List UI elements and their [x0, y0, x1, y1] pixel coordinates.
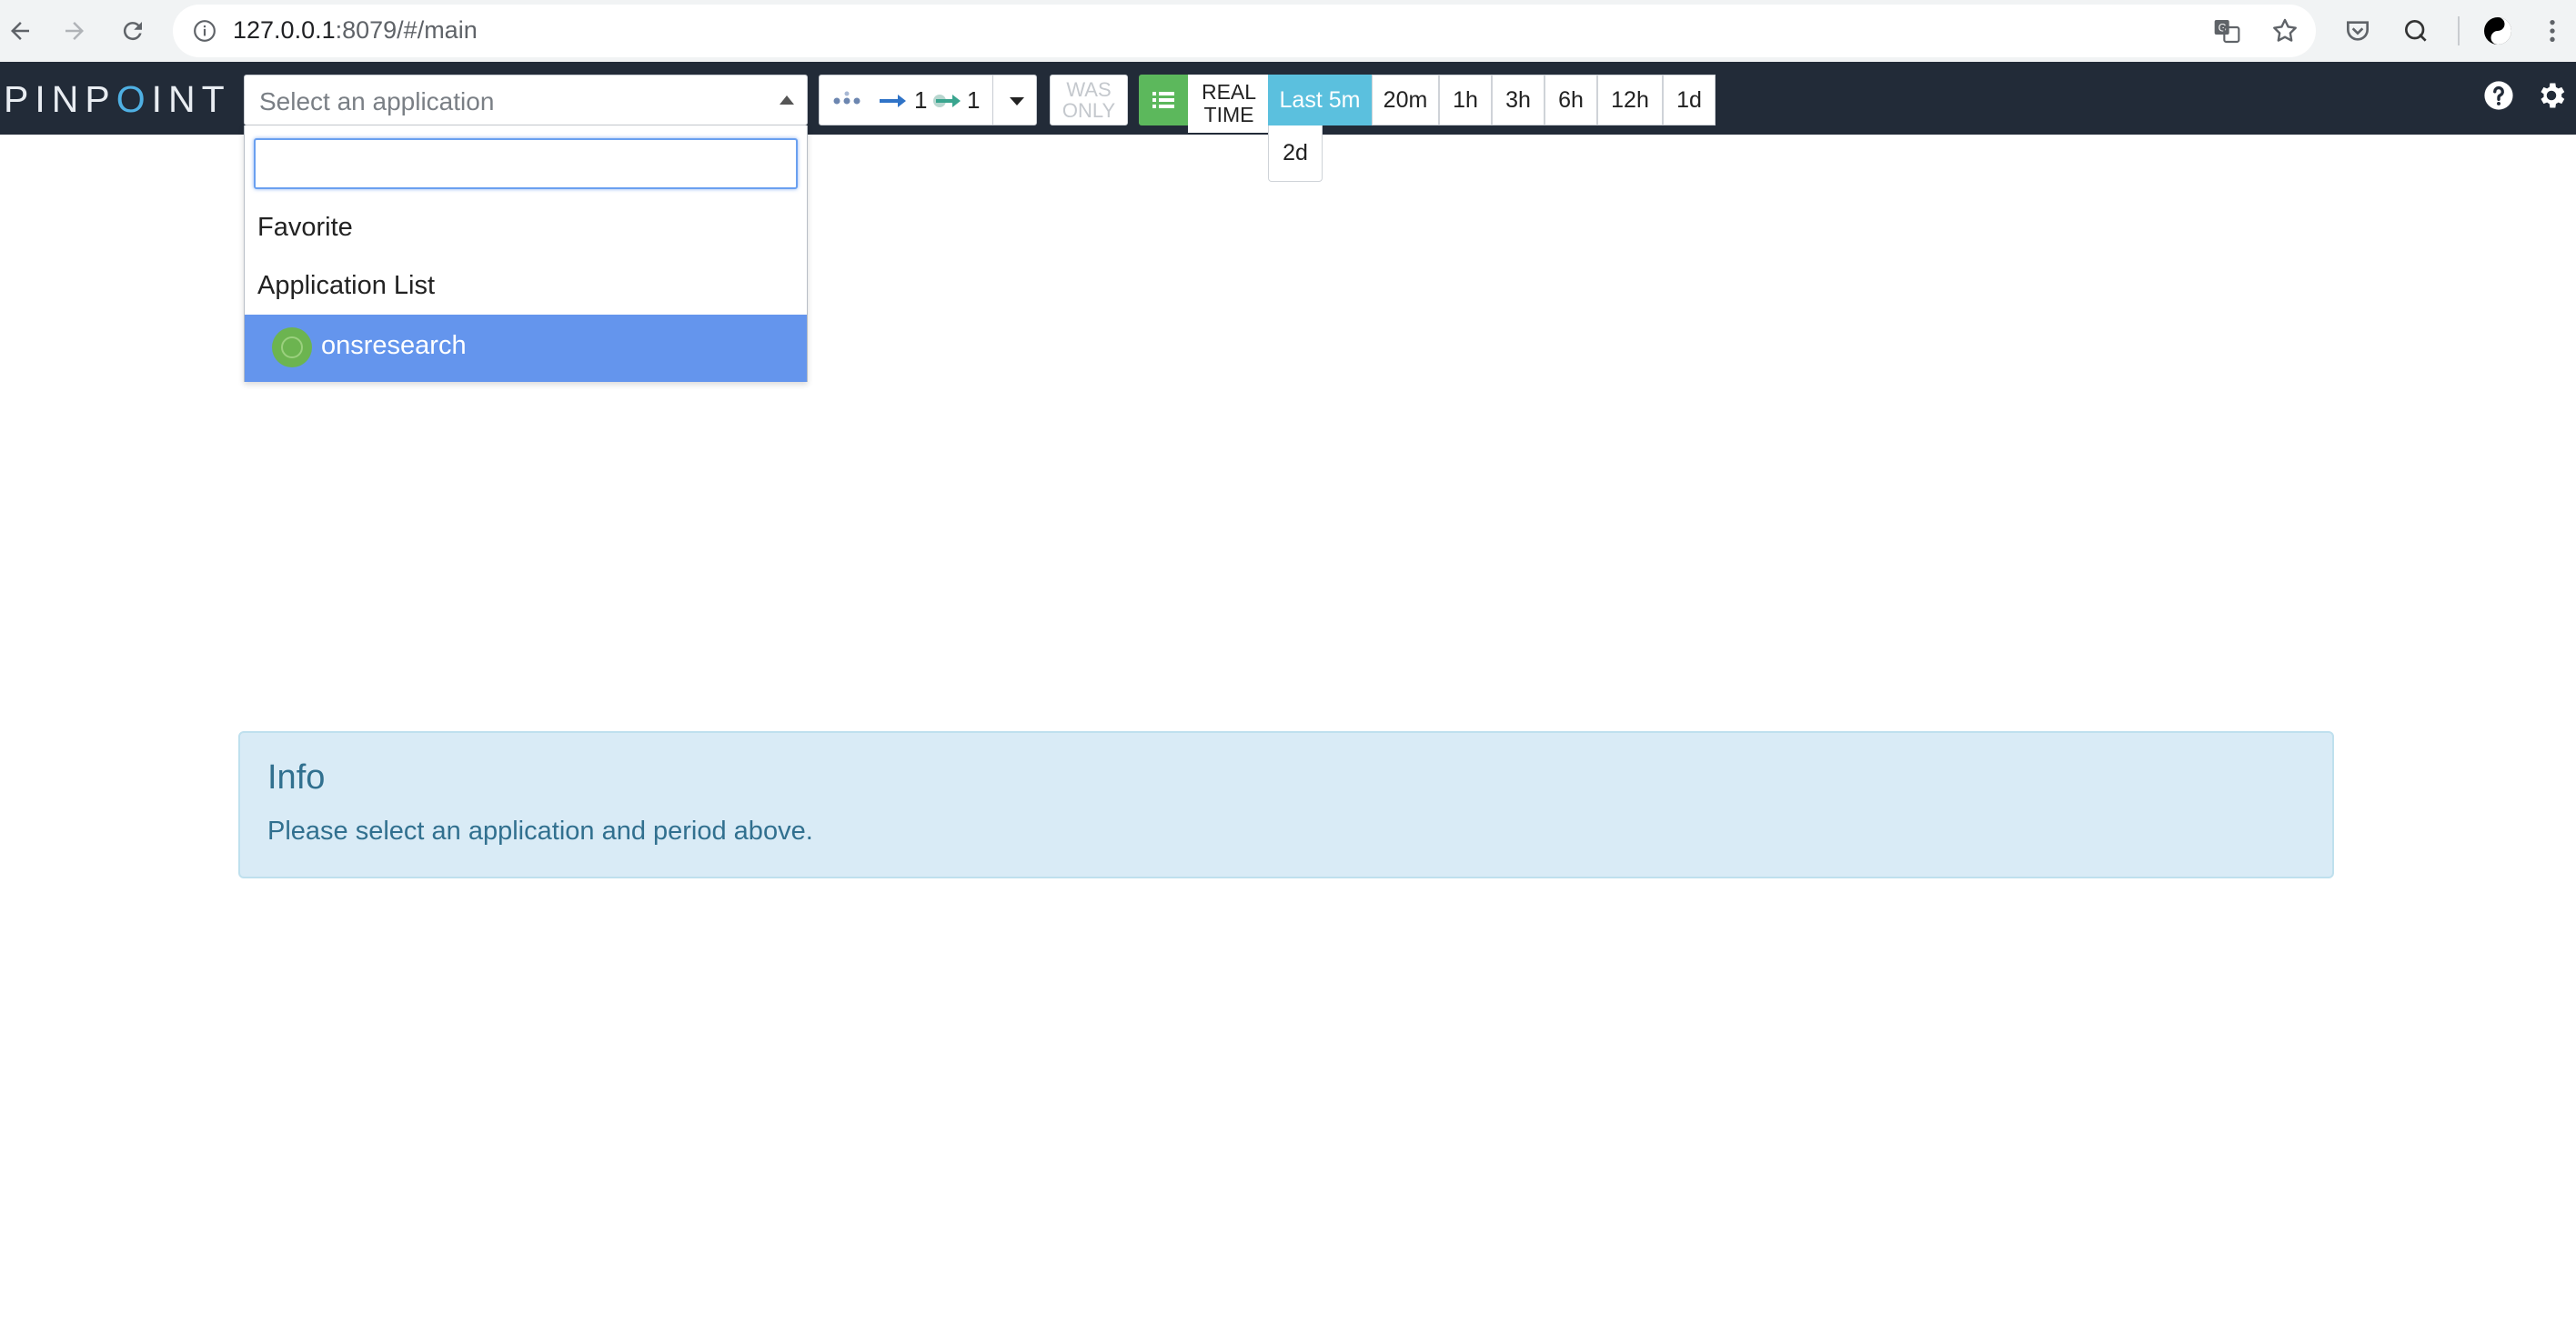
translate-icon[interactable]: G — [2209, 13, 2245, 49]
application-select-placeholder: Select an application — [259, 87, 495, 115]
realtime-button[interactable]: REAL TIME — [1188, 75, 1270, 133]
application-option-onsresearch[interactable]: onsresearch — [245, 315, 807, 382]
group-favorite: Favorite — [257, 213, 353, 242]
help-icon[interactable] — [2481, 78, 2516, 113]
depth-divider — [992, 75, 993, 125]
list-icon — [1152, 92, 1174, 108]
extension-q-icon[interactable] — [2398, 13, 2434, 49]
url-host: 127.0.0.1 — [233, 16, 336, 44]
period-3h[interactable]: 3h — [1492, 75, 1545, 125]
application-search-input[interactable] — [254, 138, 798, 189]
period-last-5m[interactable]: Last 5m — [1268, 75, 1372, 125]
period-1h[interactable]: 1h — [1439, 75, 1492, 125]
inbound-arrow-icon — [880, 95, 906, 107]
was-only-line2: ONLY — [1062, 99, 1116, 122]
period-6h[interactable]: 6h — [1545, 75, 1597, 125]
period-1d[interactable]: 1d — [1663, 75, 1716, 125]
period-2d[interactable]: 2d — [1268, 125, 1323, 182]
bookmark-star-icon[interactable] — [2267, 13, 2303, 49]
toolbar-separator — [2458, 16, 2460, 45]
reload-button[interactable] — [113, 11, 153, 51]
address-bar[interactable]: 127.0.0.1:8079/#/main — [173, 5, 2316, 57]
node-dots-icon — [833, 91, 860, 105]
chrome-menu-icon[interactable] — [2534, 13, 2571, 49]
logo-o: O — [116, 78, 152, 120]
outbound-arrow-icon — [933, 95, 961, 107]
forward-button[interactable] — [55, 11, 95, 51]
period-20m[interactable]: 20m — [1372, 75, 1439, 125]
logo-suffix: INT — [151, 78, 231, 120]
info-message: Please select an application and period … — [267, 817, 813, 846]
profile-yinyang-icon[interactable] — [2480, 13, 2516, 49]
back-button[interactable] — [0, 11, 40, 51]
pocket-icon[interactable] — [2340, 13, 2376, 49]
outbound-depth: 1 — [967, 86, 981, 114]
info-title: Info — [267, 758, 326, 797]
was-only-toggle[interactable]: WAS ONLY — [1050, 75, 1128, 125]
settings-gear-icon[interactable] — [2534, 78, 2569, 113]
reload-icon — [123, 22, 142, 41]
url-path: :8079/#/main — [335, 16, 478, 44]
inbound-depth: 1 — [914, 86, 928, 114]
url-text[interactable]: 127.0.0.1:8079/#/main — [233, 16, 478, 45]
was-only-line1: WAS — [1066, 78, 1112, 101]
logo-prefix: PINP — [4, 78, 116, 120]
group-application-list: Application List — [257, 271, 436, 300]
info-alert: Info Please select an application and pe… — [238, 731, 2334, 878]
search-depth-selector[interactable]: 1 1 — [819, 75, 1037, 125]
forward-arrow-icon — [65, 22, 84, 40]
browser-toolbar: 127.0.0.1:8079/#/main G — [0, 0, 2576, 63]
caret-up-icon — [780, 95, 794, 105]
app-status-icon — [272, 327, 312, 367]
realtime-line2: TIME — [1203, 103, 1254, 126]
depth-dropdown-caret-icon[interactable] — [1010, 97, 1024, 105]
application-dropdown: Favorite Application List onsresearch — [244, 125, 808, 382]
period-12h[interactable]: 12h — [1597, 75, 1663, 125]
site-info-icon[interactable] — [193, 19, 216, 43]
back-arrow-icon — [11, 22, 29, 40]
pinpoint-logo[interactable]: PINPOINT — [4, 78, 231, 121]
realtime-line1: REAL — [1201, 80, 1257, 104]
application-option-label: onsresearch — [321, 331, 467, 360]
application-select[interactable]: Select an application — [244, 75, 808, 125]
list-view-button[interactable] — [1139, 75, 1188, 125]
